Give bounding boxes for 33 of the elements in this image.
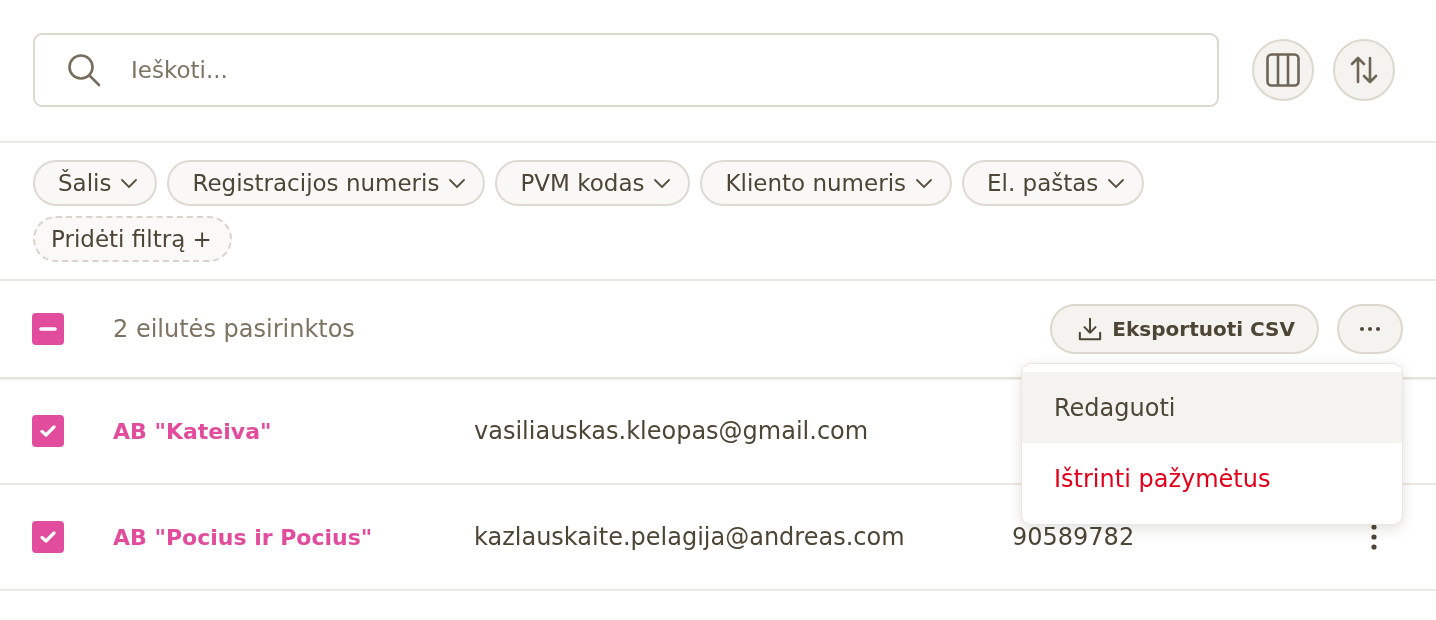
chevron-down-icon xyxy=(654,178,671,188)
add-filter-button[interactable]: Pridėti filtrą + xyxy=(33,216,232,262)
export-csv-button[interactable]: Eksportuoti CSV xyxy=(1050,304,1319,354)
sort-arrows-icon xyxy=(1350,56,1378,84)
more-vertical-icon[interactable] xyxy=(1371,524,1377,550)
row-checkbox[interactable] xyxy=(32,415,64,447)
chevron-down-icon xyxy=(449,178,466,188)
minus-icon xyxy=(39,327,57,331)
company-name-link[interactable]: AB "Kateiva" xyxy=(113,418,474,444)
more-dots-icon xyxy=(1360,327,1380,331)
download-icon xyxy=(1078,317,1103,341)
chevron-down-icon xyxy=(916,178,932,188)
checkmark-icon xyxy=(40,531,56,543)
row-checkbox[interactable] xyxy=(32,521,64,553)
chevron-down-icon xyxy=(1108,178,1125,188)
search-icon xyxy=(67,53,101,87)
filter-chip[interactable]: PVM kodas xyxy=(495,160,691,206)
columns-icon xyxy=(1266,53,1300,87)
filter-chip[interactable]: Registracijos numeris xyxy=(167,160,486,206)
selection-count: 2 eilutės pasirinktos xyxy=(113,315,355,343)
table-cell: 90589782 xyxy=(1012,523,1135,551)
menu-item[interactable]: Redaguoti xyxy=(1022,372,1402,443)
search-field[interactable]: Ieškoti... xyxy=(33,33,1219,107)
delete-menu-item[interactable]: Ištrinti pažymėtus xyxy=(1022,443,1402,514)
filter-chip[interactable]: Kliento numeris xyxy=(700,160,952,206)
email-cell-text: vasiliauskas.kleopas@gmail.com xyxy=(474,417,870,445)
filter-chip[interactable]: El. paštas xyxy=(962,160,1145,206)
checkmark-icon xyxy=(40,425,56,437)
chevron-down-icon xyxy=(121,178,138,188)
company-name-link[interactable]: AB "Pocius ir Pocius" xyxy=(113,524,474,550)
select-all-checkbox[interactable] xyxy=(32,313,64,345)
email-cell-text: kazlauskaite.pelagija@andreas.com xyxy=(474,523,906,551)
filter-chip[interactable]: Šalis xyxy=(33,160,158,206)
